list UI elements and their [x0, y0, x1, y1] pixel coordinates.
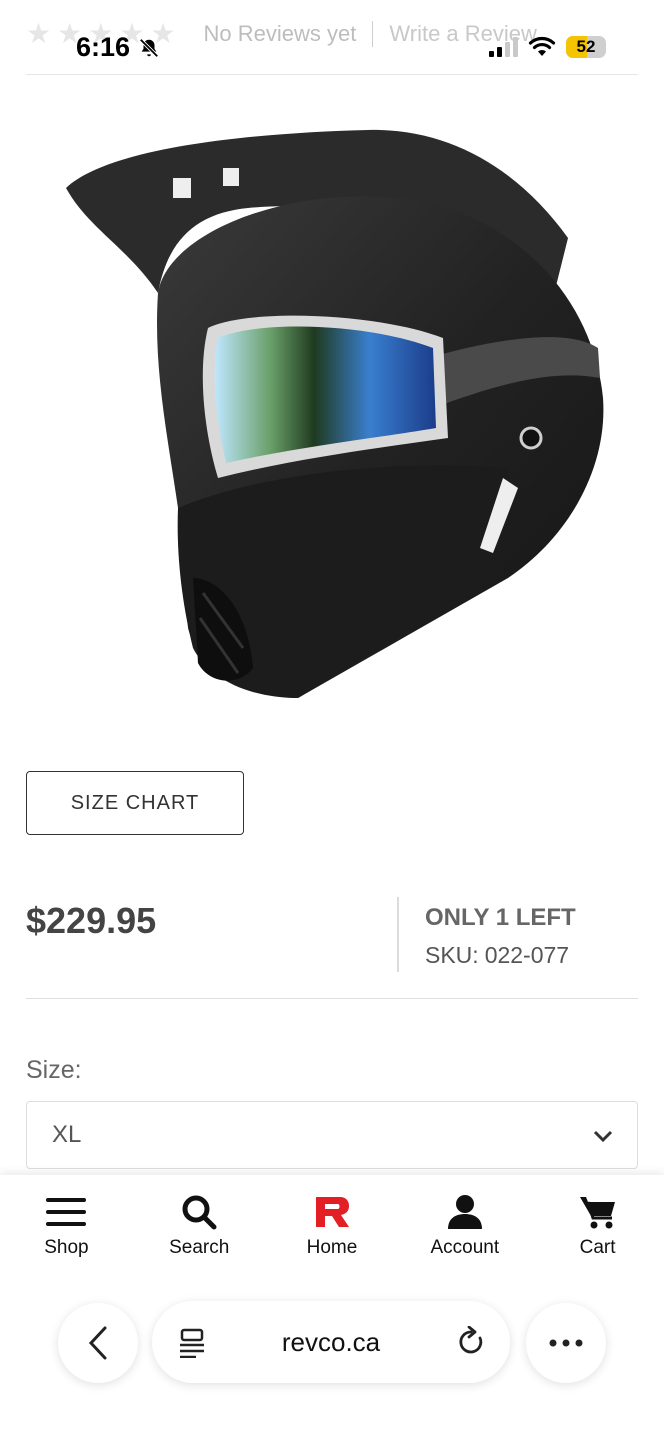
browser-back-button[interactable]	[58, 1303, 138, 1383]
cart-icon	[579, 1197, 615, 1229]
battery-level-text: 52	[576, 37, 596, 56]
nav-cart-label: Cart	[579, 1237, 616, 1258]
nav-account-label: Account	[430, 1237, 500, 1258]
search-icon	[182, 1195, 217, 1230]
sku-label: SKU:	[425, 942, 479, 968]
chevron-left-icon	[88, 1326, 107, 1360]
reload-icon[interactable]	[456, 1326, 486, 1358]
revco-logo-icon	[315, 1197, 349, 1227]
divider	[26, 998, 638, 999]
size-select-value: XL	[52, 1121, 82, 1148]
browser-address-bar[interactable]: revco.ca	[152, 1301, 510, 1383]
sku-value: 022-077	[484, 942, 570, 968]
battery-icon: 52	[566, 36, 606, 58]
nav-shop-label: Shop	[44, 1237, 89, 1258]
time-text: 6:16	[76, 32, 131, 62]
status-time: 6:16	[76, 32, 160, 63]
product-image-helmet[interactable]	[48, 108, 618, 708]
bottom-nav: Shop Search Home Account Cart	[0, 1175, 664, 1275]
browser-toolbar: revco.ca	[0, 1275, 664, 1440]
stock-status: ONLY 1 LEFT	[425, 904, 576, 931]
sku: SKU: 022-077	[425, 942, 569, 969]
user-icon	[447, 1195, 482, 1229]
size-chart-button[interactable]: SIZE CHART	[26, 771, 244, 835]
nav-home[interactable]: Home	[266, 1175, 399, 1275]
nav-search[interactable]: Search	[133, 1175, 266, 1275]
chevron-down-icon	[593, 1130, 613, 1143]
nav-home-label: Home	[306, 1237, 358, 1258]
nav-shop[interactable]: Shop	[0, 1175, 133, 1275]
nav-account[interactable]: Account	[398, 1175, 531, 1275]
size-label: Size:	[26, 1056, 82, 1084]
nav-search-label: Search	[169, 1237, 230, 1258]
more-horizontal-icon	[549, 1339, 583, 1347]
divider	[26, 74, 638, 75]
status-bar: 6:16 52	[0, 0, 664, 90]
wifi-icon	[528, 36, 556, 56]
status-icons: 52	[489, 36, 606, 58]
browser-more-button[interactable]	[526, 1303, 606, 1383]
nav-cart[interactable]: Cart	[531, 1175, 664, 1275]
price-divider	[397, 897, 399, 972]
menu-icon	[46, 1198, 87, 1226]
size-select[interactable]: XL	[26, 1101, 638, 1169]
cellular-signal-icon	[489, 37, 518, 57]
product-price: $229.95	[26, 900, 157, 941]
bell-slash-icon	[139, 37, 159, 58]
